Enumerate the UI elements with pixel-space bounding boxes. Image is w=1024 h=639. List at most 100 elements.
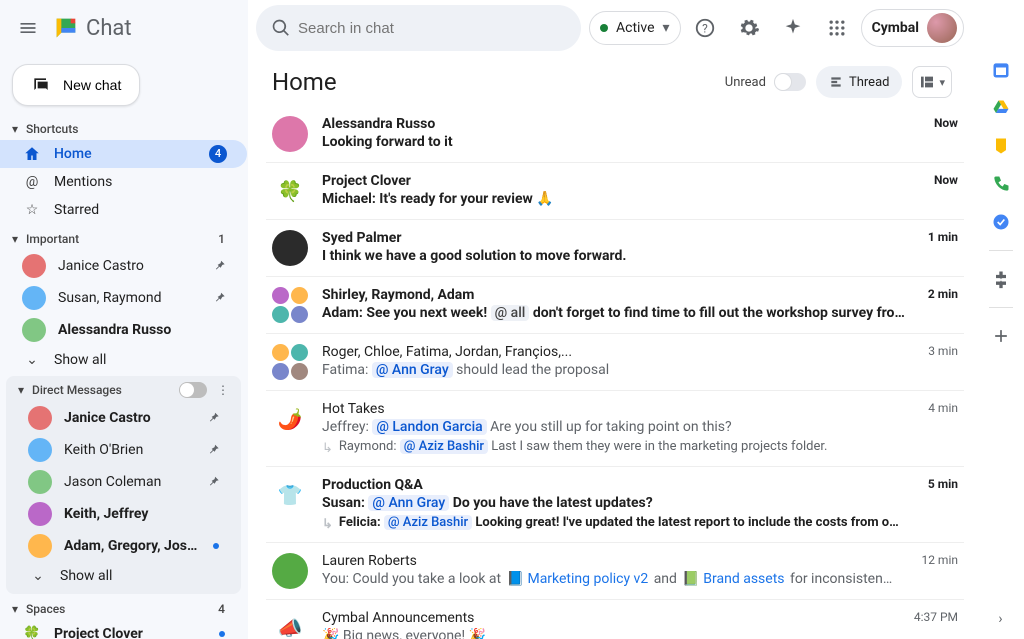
conversation-avatar <box>272 287 308 323</box>
conversation-preview: Susan: @ Ann Gray Do you have the latest… <box>322 495 906 511</box>
mention: @ Ann Gray <box>372 362 453 378</box>
conversation-row[interactable]: Roger, Chloe, Fatima, Jordan, Françios,.… <box>266 334 964 391</box>
sidebar-item[interactable]: Keith, Jeffrey <box>6 498 241 530</box>
sidebar-item[interactable]: Alessandra Russo <box>0 314 247 346</box>
conversation-time: 3 min <box>920 344 958 380</box>
star-icon: ☆ <box>22 200 42 220</box>
new-chat-button[interactable]: New chat <box>12 64 140 106</box>
separator <box>989 307 1013 308</box>
help-icon[interactable]: ? <box>685 8 725 48</box>
conversation-row[interactable]: Lauren RobertsYou: Could you take a look… <box>266 543 964 600</box>
section-spaces: ▾ Spaces 4 🍀Project Clover📣Cymbal Announ… <box>0 596 247 639</box>
section-spaces-header[interactable]: ▾ Spaces 4 <box>0 596 247 620</box>
app-logo[interactable]: Chat <box>52 14 132 42</box>
conversation-preview: 🎉 Big news, everyone! 🎉 <box>322 628 892 639</box>
status-dropdown[interactable]: Active ▾ <box>589 11 681 45</box>
nav-mentions[interactable]: @ Mentions <box>0 168 247 196</box>
view-options[interactable]: ▾ <box>912 66 952 98</box>
conversation-preview: I think we have a good solution to move … <box>322 248 906 264</box>
section-shortcuts-header[interactable]: ▾ Shortcuts <box>0 116 247 140</box>
keep-icon[interactable] <box>991 136 1011 156</box>
conversation-row[interactable]: 👕 Production Q&A Susan: @ Ann Gray Do you … <box>266 467 964 543</box>
main-panel: Active ▾ ? Cymbal Home Unread <box>248 0 976 639</box>
conversation-avatar: 👕 <box>272 477 308 513</box>
chevron-down-icon: ▾ <box>939 76 945 89</box>
sidebar-item[interactable]: Janice Castro <box>0 250 247 282</box>
conversation-preview: Michael: It's ready for your review 🙏 <box>322 191 912 207</box>
calendar-icon[interactable] <box>991 60 1011 80</box>
sidebar-item[interactable]: Jason Coleman <box>6 466 241 498</box>
sidebar-item-label: Janice Castro <box>64 408 195 428</box>
conversation-row[interactable]: 📣 Cymbal Announcements 🎉 Big news, everyon… <box>266 600 964 639</box>
file-chip[interactable]: 📘 Marketing policy v2 <box>505 571 651 587</box>
nav-home[interactable]: Home 4 <box>0 140 247 168</box>
file-chip[interactable]: 📗 Brand assets <box>680 571 786 587</box>
section-shortcuts: ▾ Shortcuts Home 4 @ Mentions ☆ Starred <box>0 116 247 224</box>
conversation-row[interactable]: 🍀Project CloverMichael: It's ready for y… <box>266 163 964 220</box>
conversation-row[interactable]: Syed PalmerI think we have a good soluti… <box>266 220 964 277</box>
chat-logo-icon <box>52 14 80 42</box>
conversation-time: 2 min <box>920 287 958 323</box>
thread-icon <box>829 75 843 89</box>
sidebar-item[interactable]: Janice Castro <box>6 402 241 434</box>
more-icon[interactable]: ⋮ <box>213 383 233 397</box>
conversation-body: Syed PalmerI think we have a good soluti… <box>322 230 906 266</box>
space-emoji-icon: 🍀 <box>22 624 42 639</box>
sparkle-icon[interactable] <box>773 8 813 48</box>
unread-toggle[interactable]: Unread <box>725 73 806 91</box>
apps-grid-icon[interactable] <box>817 8 857 48</box>
conversation-title: Production Q&A <box>322 477 906 493</box>
conversation-row[interactable]: 🌶️Hot TakesJeffrey: @ Landon Garcia Are … <box>266 391 964 467</box>
page-title: Home <box>272 68 337 96</box>
sidebar-item[interactable]: Adam, Gregory, Joseph, Jani... <box>6 530 241 562</box>
separator <box>989 250 1013 251</box>
conversation-avatar <box>272 230 308 266</box>
chevron-down-icon: ▾ <box>663 20 670 36</box>
nav-starred[interactable]: ☆ Starred <box>0 196 247 224</box>
caret-down-icon: ▾ <box>16 385 26 395</box>
unread-dot-icon <box>219 631 225 637</box>
dm-show-all[interactable]: ⌄ Show all <box>6 562 241 590</box>
svg-text:?: ? <box>702 22 708 36</box>
conversation-preview: Adam: See you next week! @ all don't for… <box>322 305 906 321</box>
sidebar: Chat New chat ▾ Shortcuts Home 4 @ <box>0 0 248 639</box>
mention: @ Ann Gray <box>368 495 449 511</box>
search-box[interactable] <box>256 5 581 51</box>
thread-filter[interactable]: Thread <box>816 66 903 98</box>
important-show-all[interactable]: ⌄ Show all <box>0 346 247 374</box>
conversation-time: 4:37 PM <box>906 610 958 639</box>
sidebar-header: Chat <box>0 0 247 56</box>
conversation-body: Lauren RobertsYou: Could you take a look… <box>322 553 899 589</box>
search-icon <box>264 11 298 45</box>
conversation-list: Alessandra RussoLooking forward to itNow… <box>248 106 976 639</box>
drive-icon[interactable] <box>991 98 1011 118</box>
status-active-icon <box>600 24 608 32</box>
conversation-title: Cymbal Announcements <box>322 610 892 626</box>
settings-icon[interactable] <box>729 8 769 48</box>
sidebar-item-label: Project Clover <box>54 624 207 639</box>
collapse-rail-icon[interactable]: › <box>998 611 1002 639</box>
menu-icon[interactable] <box>8 8 48 48</box>
sidebar-item[interactable]: 🍀 Project Clover <box>0 620 247 639</box>
conversation-avatar: 📣 <box>272 610 308 639</box>
conversation-row[interactable]: Alessandra RussoLooking forward to itNow <box>266 106 964 163</box>
new-chat-icon <box>31 75 51 95</box>
section-important-header[interactable]: ▾ Important 1 <box>0 226 247 250</box>
search-input[interactable] <box>298 20 573 37</box>
caret-down-icon: ▾ <box>10 234 20 244</box>
account-switcher[interactable]: Cymbal <box>861 9 964 47</box>
tasks-icon[interactable] <box>991 212 1011 232</box>
sidebar-item[interactable]: Susan, Raymond <box>0 282 247 314</box>
sidebar-item[interactable]: Keith O'Brien <box>6 434 241 466</box>
conversation-title: Shirley, Raymond, Adam <box>322 287 906 303</box>
voice-icon[interactable] <box>991 174 1011 194</box>
dm-toggle[interactable] <box>179 382 207 398</box>
section-direct-messages: ▾ Direct Messages ⋮ Janice Castro Keith O… <box>6 376 241 594</box>
conversation-title: Hot Takes <box>322 401 906 417</box>
conversation-time: Now <box>926 173 958 209</box>
conversation-title: Alessandra Russo <box>322 116 912 132</box>
plus-icon[interactable] <box>991 326 1011 346</box>
addons-icon[interactable] <box>991 269 1011 289</box>
section-dm-header[interactable]: ▾ Direct Messages ⋮ <box>6 376 241 402</box>
conversation-row[interactable]: Shirley, Raymond, Adam Adam: See you next… <box>266 277 964 334</box>
